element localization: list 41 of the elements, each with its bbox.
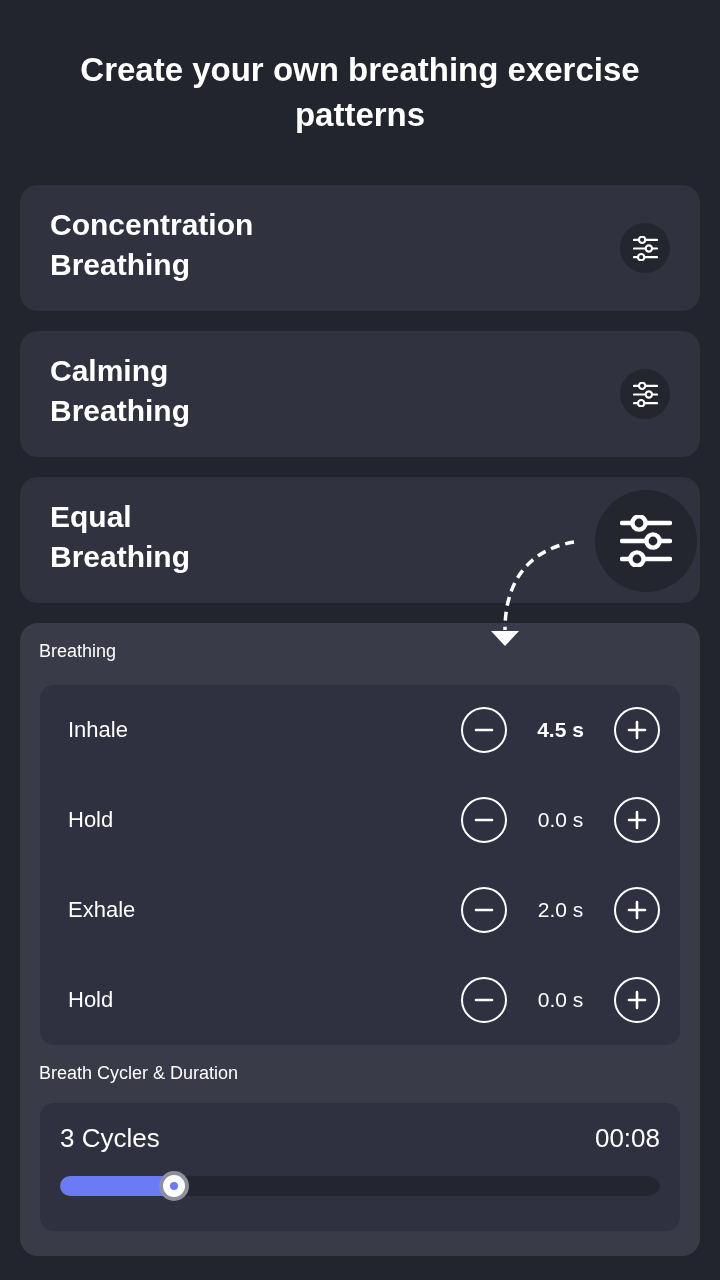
- increase-button[interactable]: [614, 977, 660, 1023]
- sliders-icon: [632, 235, 658, 261]
- section-label: Breath Cycler & Duration: [39, 1062, 240, 1085]
- plus-icon: [627, 810, 647, 830]
- increase-button[interactable]: [614, 797, 660, 843]
- pattern-title: Calming Breathing: [50, 353, 190, 429]
- pattern-card[interactable]: Concentration Breathing: [20, 185, 700, 311]
- sliders-icon: [620, 515, 672, 567]
- decrease-button[interactable]: [461, 887, 507, 933]
- decrease-button[interactable]: [461, 797, 507, 843]
- pattern-title: Concentration Breathing: [50, 207, 254, 283]
- phase-value: 2.0 s: [536, 898, 585, 922]
- plus-icon: [627, 990, 647, 1010]
- phase-label: Exhale: [68, 897, 137, 923]
- minus-icon: [474, 908, 494, 912]
- decrease-button[interactable]: [461, 707, 507, 753]
- phase-label: Inhale: [68, 717, 129, 743]
- minus-icon: [474, 998, 494, 1002]
- page-title: Create your own breathing exercise patterns: [79, 50, 641, 135]
- settings-button[interactable]: [620, 223, 670, 273]
- section-label: Breathing: [39, 640, 118, 663]
- phase-value: 0.0 s: [536, 808, 585, 832]
- settings-button[interactable]: [620, 369, 670, 419]
- phase-label: Hold: [68, 807, 115, 833]
- sliders-icon: [632, 381, 658, 407]
- increase-button[interactable]: [614, 707, 660, 753]
- increase-button[interactable]: [614, 887, 660, 933]
- pattern-card[interactable]: Equal Breathing: [20, 477, 700, 603]
- slider-thumb[interactable]: [159, 1171, 189, 1201]
- cycles-count: 3 Cycles: [60, 1122, 160, 1154]
- pattern-card[interactable]: Calming Breathing: [20, 331, 700, 457]
- duration-text: 00:08: [594, 1122, 660, 1154]
- phase-value: 0.0 s: [536, 988, 585, 1012]
- decrease-button[interactable]: [461, 977, 507, 1023]
- minus-icon: [474, 728, 494, 732]
- plus-icon: [627, 720, 647, 740]
- phase-value: 4.5 s: [536, 718, 585, 742]
- phase-label: Hold: [68, 987, 115, 1013]
- pattern-title: Equal Breathing: [50, 499, 190, 575]
- minus-icon: [474, 818, 494, 822]
- plus-icon: [627, 900, 647, 920]
